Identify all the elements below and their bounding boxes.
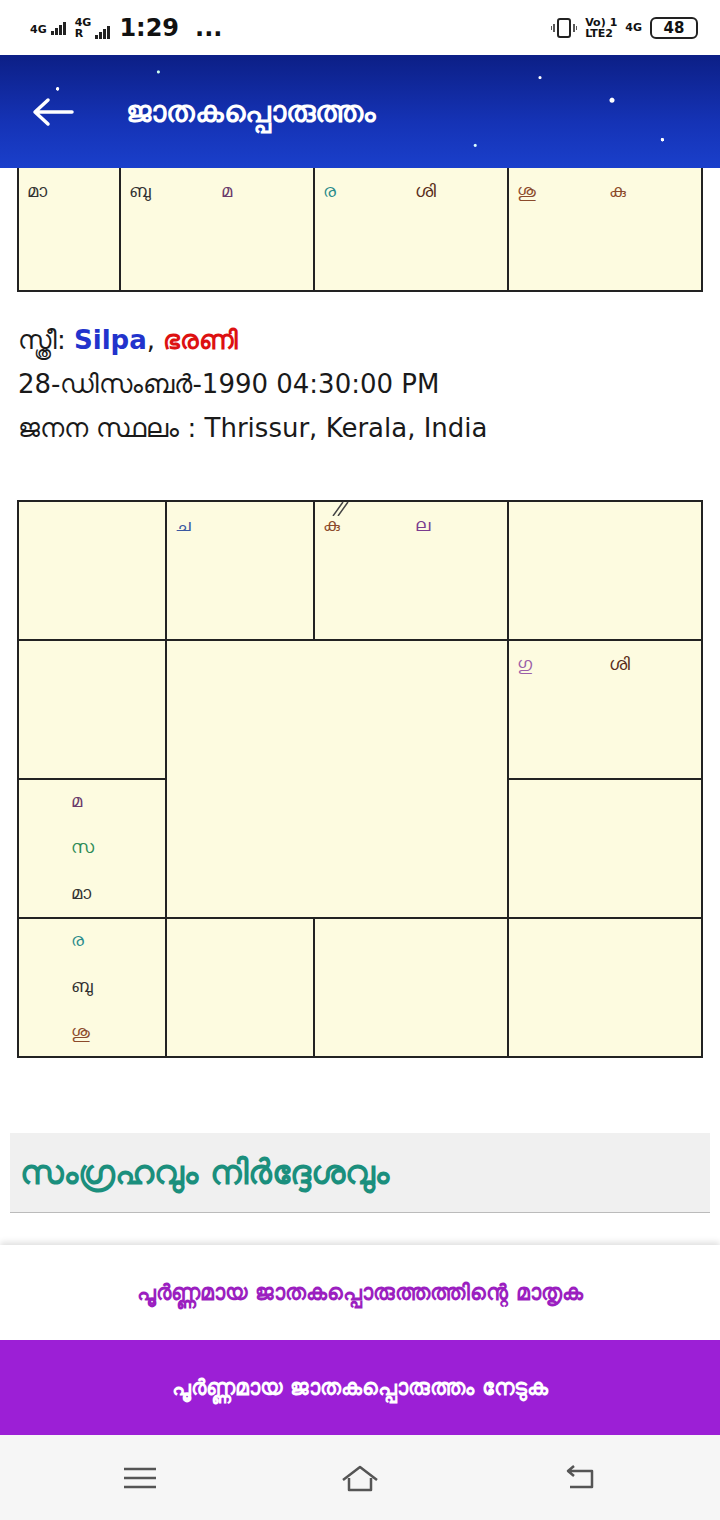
chart-house: മാ (19, 168, 121, 290)
planet-label: കു (323, 512, 415, 639)
planet-label: ബു (129, 178, 221, 290)
gender-label: സ്ത്രീ (18, 325, 57, 355)
chart-house: ശുകു (509, 168, 703, 290)
signal-label: 4G (30, 24, 47, 35)
person-line: സ്ത്രീ: Silpa, ഭരണി (18, 318, 702, 362)
chart-house: മസ മാ (19, 780, 167, 919)
app-bar: ജാതകപ്പൊരുത്തം (0, 55, 720, 168)
birth-place-line: ജനന സ്ഥലം : Thrissur, Kerala, India (18, 406, 702, 450)
retrograde-mark-icon (327, 500, 349, 516)
back-arrow-icon (30, 97, 74, 127)
network-type: 4G (75, 17, 92, 28)
planet-label: ര (323, 178, 415, 290)
planet-label: ച (175, 512, 267, 639)
chart-house (19, 641, 167, 780)
birth-place: Thrissur, Kerala, India (205, 413, 488, 443)
app-title: ജാതകപ്പൊരുത്തം (126, 89, 376, 134)
sample-link[interactable]: പൂർണ്ണമായ ജാതകപ്പൊരുത്തത്തിന്റെ മാതൃക (0, 1245, 720, 1340)
planet-label: ല (415, 512, 507, 639)
separator: : (57, 325, 66, 355)
status-left: 4G4GR1:29... (30, 16, 222, 40)
place-label: ജനന സ്ഥലം (18, 413, 179, 443)
chart-house (509, 780, 703, 919)
volte-indicator: Vo) 1LTE2 (585, 17, 617, 39)
separator: : (188, 413, 197, 443)
sim-number: 1 (610, 17, 618, 28)
network-type: 4G (30, 24, 47, 35)
planet-label: ശി (609, 651, 701, 778)
planet-label: ഗു (517, 651, 609, 778)
planet-label: മ (221, 178, 313, 290)
signal-group: 4G (30, 21, 67, 35)
planet-label: ബു (71, 973, 165, 999)
status-bar: 4G4GR1:29...Vo)1LTE24G48 (0, 0, 720, 55)
menu-button[interactable] (120, 1462, 160, 1494)
navigation-bar (0, 1435, 720, 1520)
signal-icon (51, 21, 67, 35)
birth-star: ഭരണി (163, 325, 238, 355)
planet-label: കു (609, 178, 701, 290)
get-full-report-button[interactable]: പൂർണ്ണമായ ജാതകപ്പൊരുത്തം നേടുക (0, 1340, 720, 1435)
more-indicator: ... (195, 16, 222, 40)
volte-top: Vo) 1 (585, 17, 617, 28)
signal-icon (95, 25, 111, 39)
chart-house: ഗുശി (509, 641, 703, 780)
groom-chart: മാബുമരശിശുകു (17, 168, 703, 292)
bride-chart: ച കുലഗുശി മസ മാ ര ബു ശു (17, 500, 703, 1058)
planet-label: മാ (71, 880, 165, 906)
birth-datetime: 28-ഡിസംബർ-1990 04:30:00 PM (18, 362, 702, 406)
battery-level: 48 (650, 17, 698, 39)
planet-label: മ (71, 788, 165, 814)
back-nav-button[interactable] (560, 1462, 600, 1494)
clock: 1:29 (119, 16, 179, 40)
menu-icon (120, 1462, 160, 1494)
chart-house: രശി (315, 168, 509, 290)
person-name: Silpa (74, 325, 147, 355)
chart-house: ബുമ (121, 168, 315, 290)
status-right: Vo) 1LTE2 4G 48 (551, 16, 698, 40)
summary-heading: സംഗ്രഹവും നിർദ്ദേശവും (20, 1147, 700, 1197)
home-button[interactable] (340, 1462, 380, 1494)
signal-label: 4GR (75, 17, 92, 39)
chart-house: ച (167, 502, 315, 641)
content-area: മാബുമരശിശുകുസ്ത്രീ: Silpa, ഭരണി28-ഡിസംബർ… (0, 168, 720, 1245)
planet-label: ശി (415, 178, 507, 290)
back-icon (560, 1462, 600, 1494)
back-button[interactable] (30, 97, 74, 127)
planet-label: ശു (517, 178, 609, 290)
home-icon (340, 1462, 380, 1494)
chart-house (167, 919, 315, 1058)
separator: , (147, 325, 155, 355)
planet-label: മാ (27, 178, 119, 290)
lte-label: LTE2 (585, 28, 617, 39)
planet-label: ര (71, 927, 165, 953)
roaming-mark: R (75, 28, 83, 39)
planet-label: സ (71, 834, 165, 860)
summary-section: സംഗ്രഹവും നിർദ്ദേശവും (10, 1133, 710, 1213)
chart-house (509, 919, 703, 1058)
chart-house: ര ബു ശു (19, 919, 167, 1058)
chart-house (315, 919, 509, 1058)
chart-house: കുല (315, 502, 509, 641)
vibrate-icon (551, 16, 577, 40)
chart-house (19, 502, 167, 641)
chart-house (509, 502, 703, 641)
planet-label: ശു (71, 1019, 165, 1045)
signal-group: 4GR (75, 17, 112, 39)
chart-center (167, 641, 509, 919)
person-info: സ്ത്രീ: Silpa, ഭരണി28-ഡിസംബർ-1990 04:30:… (0, 292, 720, 450)
volte-label: Vo) (585, 17, 606, 28)
network-type: 4G (625, 22, 642, 33)
bottom-sheet: പൂർണ്ണമായ ജാതകപ്പൊരുത്തത്തിന്റെ മാതൃകപൂർ… (0, 1245, 720, 1435)
